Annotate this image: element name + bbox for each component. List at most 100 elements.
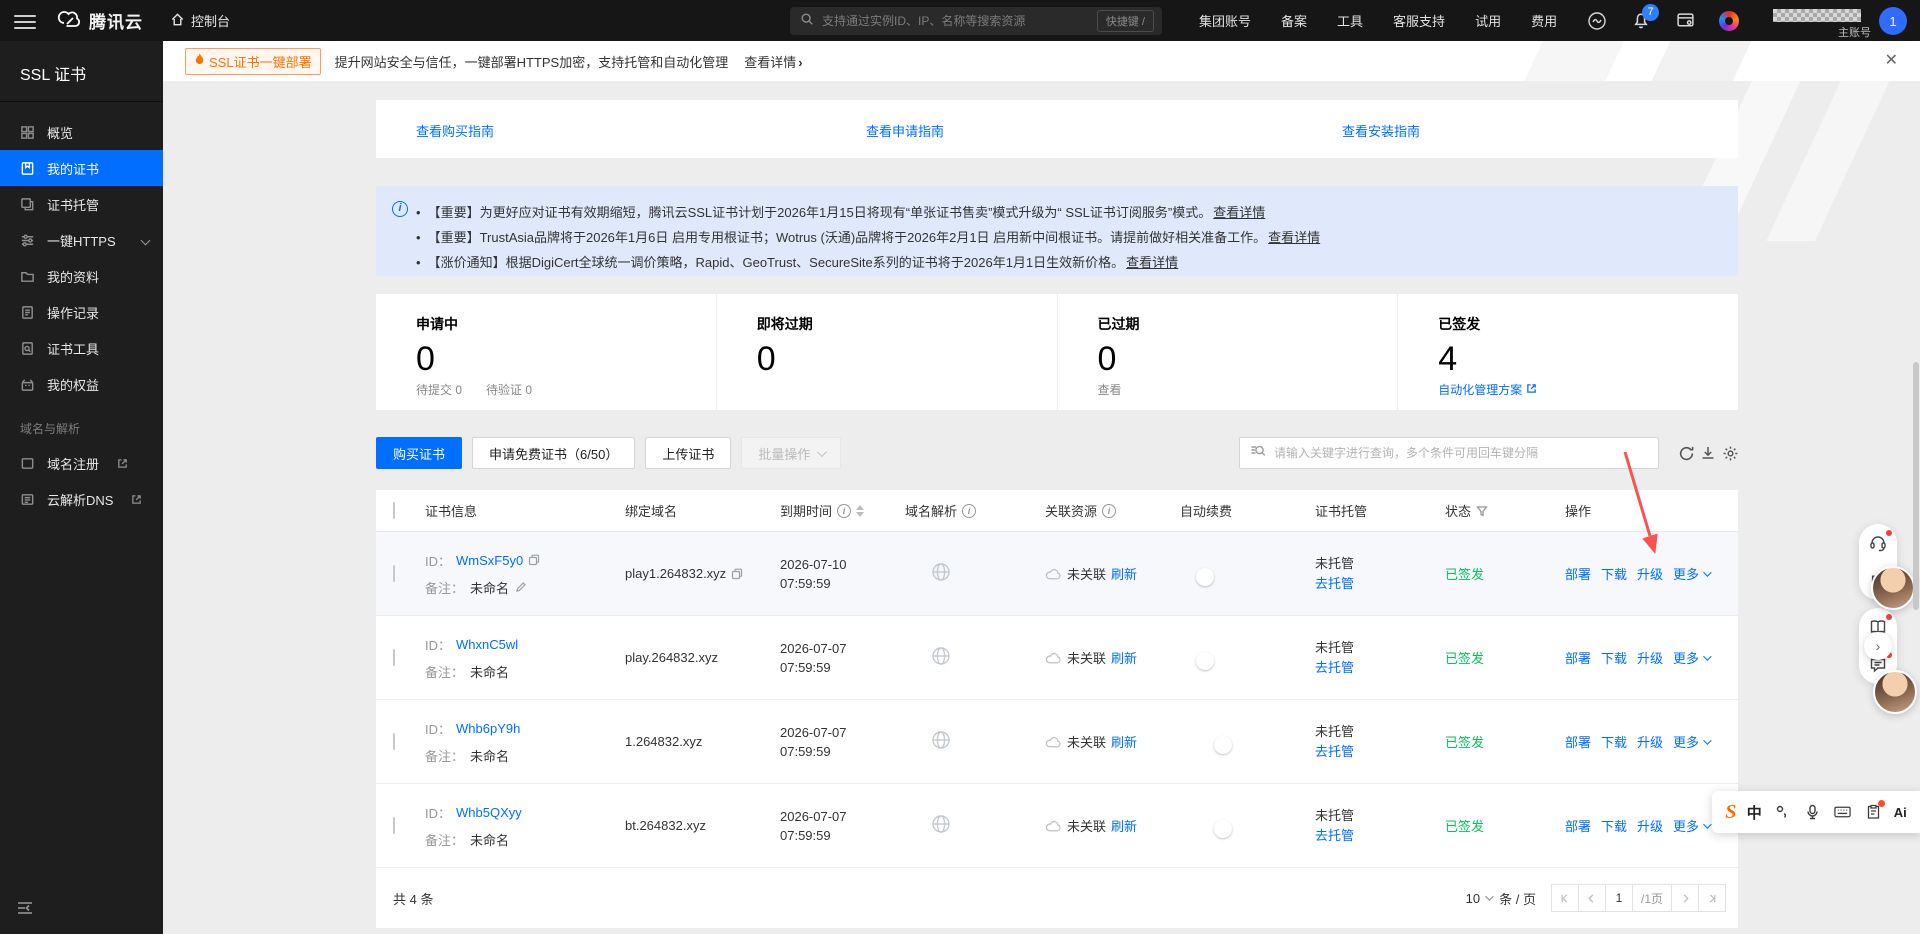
install-guide-link[interactable]: 查看安装指南	[1342, 121, 1420, 140]
handwriting-icon[interactable]	[1772, 802, 1792, 822]
deploy-link[interactable]: 部署	[1565, 732, 1591, 751]
notice-detail-link[interactable]: 查看详情	[1126, 255, 1178, 270]
keyboard-icon[interactable]	[1833, 802, 1853, 822]
upgrade-link[interactable]: 升级	[1637, 816, 1663, 835]
banner-badge[interactable]: SSL证书一键部署	[185, 47, 321, 75]
refresh-link[interactable]: 刷新	[1111, 564, 1137, 583]
apply-free-cert-button[interactable]: 申请免费证书（6/50）	[472, 437, 636, 469]
to-host-link[interactable]: 去托管	[1315, 826, 1445, 846]
prev-page-button[interactable]	[1577, 884, 1606, 912]
globe-icon[interactable]	[931, 731, 951, 753]
download-link[interactable]: 下载	[1601, 564, 1627, 583]
assistant-icon[interactable]	[1586, 10, 1608, 32]
row-checkbox[interactable]	[393, 817, 395, 834]
notice-detail-link[interactable]: 查看详情	[1268, 230, 1320, 245]
sidebar-item-one-click-https[interactable]: 一键HTTPS	[0, 222, 163, 258]
download-link[interactable]: 下载	[1601, 732, 1627, 751]
sogou-logo-icon[interactable]: S	[1725, 801, 1736, 824]
customer-service-headset-icon[interactable]	[1867, 530, 1892, 554]
global-search[interactable]: 快捷键 /	[790, 7, 1162, 35]
globe-icon[interactable]	[931, 647, 951, 669]
sidebar-item-my-benefits[interactable]: 我的权益	[0, 366, 163, 402]
collapse-chevron-button[interactable]: ›	[1864, 632, 1892, 660]
info-icon[interactable]: i	[1102, 503, 1117, 518]
upload-cert-button[interactable]: 上传证书	[645, 437, 732, 469]
table-row[interactable]: ID： Whb5QXyy 备注： 未命名 bt.264832.xyz 2026-07…	[376, 784, 1738, 868]
table-row[interactable]: ID： WmSxF5y0 备注： 未命名 play1.264832.xyz 2026…	[376, 532, 1738, 616]
sidebar-item-dns[interactable]: 云解析DNS	[0, 481, 163, 517]
sidebar-item-domain-register[interactable]: 域名注册	[0, 445, 163, 481]
cert-id-link[interactable]: Whb6pY9h	[456, 721, 520, 736]
sidebar-item-cert-tools[interactable]: 证书工具	[0, 330, 163, 366]
row-checkbox[interactable]	[393, 565, 395, 582]
download-link[interactable]: 下载	[1601, 816, 1627, 835]
sidebar-item-my-profile[interactable]: 我的资料	[0, 258, 163, 294]
nav-group-account[interactable]: 集团账号	[1199, 11, 1251, 30]
refresh-link[interactable]: 刷新	[1111, 648, 1137, 667]
deploy-link[interactable]: 部署	[1565, 816, 1591, 835]
settings-gear-icon[interactable]	[1720, 443, 1740, 463]
info-icon[interactable]: i	[962, 503, 977, 518]
globe-icon[interactable]	[931, 815, 951, 837]
hamburger-menu-icon[interactable]	[14, 11, 36, 29]
close-icon[interactable]: ✕	[1885, 51, 1898, 71]
sidebar-collapse-icon[interactable]	[16, 901, 34, 920]
more-link[interactable]: 更多	[1673, 816, 1712, 835]
first-page-button[interactable]	[1550, 884, 1579, 912]
user-avatar[interactable]: 1	[1879, 7, 1907, 35]
more-link[interactable]: 更多	[1673, 732, 1712, 751]
clipboard-icon[interactable]	[1863, 800, 1886, 822]
upgrade-link[interactable]: 升级	[1637, 648, 1663, 667]
global-search-input[interactable]	[822, 14, 1097, 28]
assistant-avatar[interactable]	[1873, 670, 1917, 714]
to-host-link[interactable]: 去托管	[1315, 658, 1445, 678]
promo-pinwheel-icon[interactable]	[1718, 10, 1740, 32]
microphone-icon[interactable]	[1803, 802, 1823, 822]
download-icon[interactable]	[1698, 443, 1718, 463]
nav-tools[interactable]: 工具	[1337, 11, 1363, 30]
ime-ai-button[interactable]: Ai	[1894, 805, 1907, 820]
ime-language-toggle[interactable]: 中	[1747, 802, 1762, 823]
nav-trial[interactable]: 试用	[1475, 11, 1501, 30]
cert-id-link[interactable]: WmSxF5y0	[456, 553, 523, 568]
to-host-link[interactable]: 去托管	[1315, 742, 1445, 762]
cert-id-link[interactable]: Whb5QXyy	[456, 805, 522, 820]
copy-icon[interactable]	[731, 568, 743, 580]
console-link[interactable]: 控制台	[170, 11, 230, 30]
buy-cert-button[interactable]: 购买证书	[376, 437, 463, 469]
apply-guide-link[interactable]: 查看申请指南	[866, 121, 944, 140]
sidebar-item-my-certificates[interactable]: 我的证书	[0, 150, 163, 186]
console-settings-icon[interactable]	[1674, 10, 1696, 32]
copy-icon[interactable]	[528, 554, 540, 566]
deploy-link[interactable]: 部署	[1565, 648, 1591, 667]
sidebar-item-operation-log[interactable]: 操作记录	[0, 294, 163, 330]
batch-operation-button[interactable]: 批量操作	[741, 437, 842, 469]
vertical-scrollbar[interactable]	[1913, 362, 1919, 610]
upgrade-link[interactable]: 升级	[1637, 564, 1663, 583]
deploy-link[interactable]: 部署	[1565, 564, 1591, 583]
sidebar-item-overview[interactable]: 概览	[0, 114, 163, 150]
notification-bell-icon[interactable]: 7	[1630, 3, 1659, 32]
page-size-select[interactable]: 10	[1466, 891, 1494, 906]
assistant-avatar[interactable]	[1871, 566, 1915, 610]
buy-guide-link[interactable]: 查看购买指南	[416, 121, 494, 140]
nav-icp[interactable]: 备案	[1281, 11, 1307, 30]
select-all-checkbox[interactable]	[393, 502, 395, 519]
more-link[interactable]: 更多	[1673, 564, 1712, 583]
refresh-icon[interactable]	[1676, 443, 1696, 463]
tencent-cloud-logo[interactable]: 腾讯云	[56, 8, 143, 33]
table-row[interactable]: ID： Whb6pY9h 备注： 未命名 1.264832.xyz 2026-07-…	[376, 700, 1738, 784]
refresh-link[interactable]: 刷新	[1111, 732, 1137, 751]
globe-icon[interactable]	[931, 563, 951, 585]
upgrade-link[interactable]: 升级	[1637, 732, 1663, 751]
row-checkbox[interactable]	[393, 649, 395, 666]
download-link[interactable]: 下载	[1601, 648, 1627, 667]
info-icon[interactable]: i	[837, 503, 852, 518]
row-checkbox[interactable]	[393, 733, 395, 750]
filter-funnel-icon[interactable]	[1476, 505, 1488, 517]
automation-plan-link[interactable]: 自动化管理方案	[1438, 381, 1537, 398]
sidebar-item-cert-hosting[interactable]: 证书托管	[0, 186, 163, 222]
next-page-button[interactable]	[1671, 884, 1699, 912]
cert-search-box[interactable]	[1239, 437, 1659, 469]
nav-support[interactable]: 客服支持	[1393, 11, 1445, 30]
